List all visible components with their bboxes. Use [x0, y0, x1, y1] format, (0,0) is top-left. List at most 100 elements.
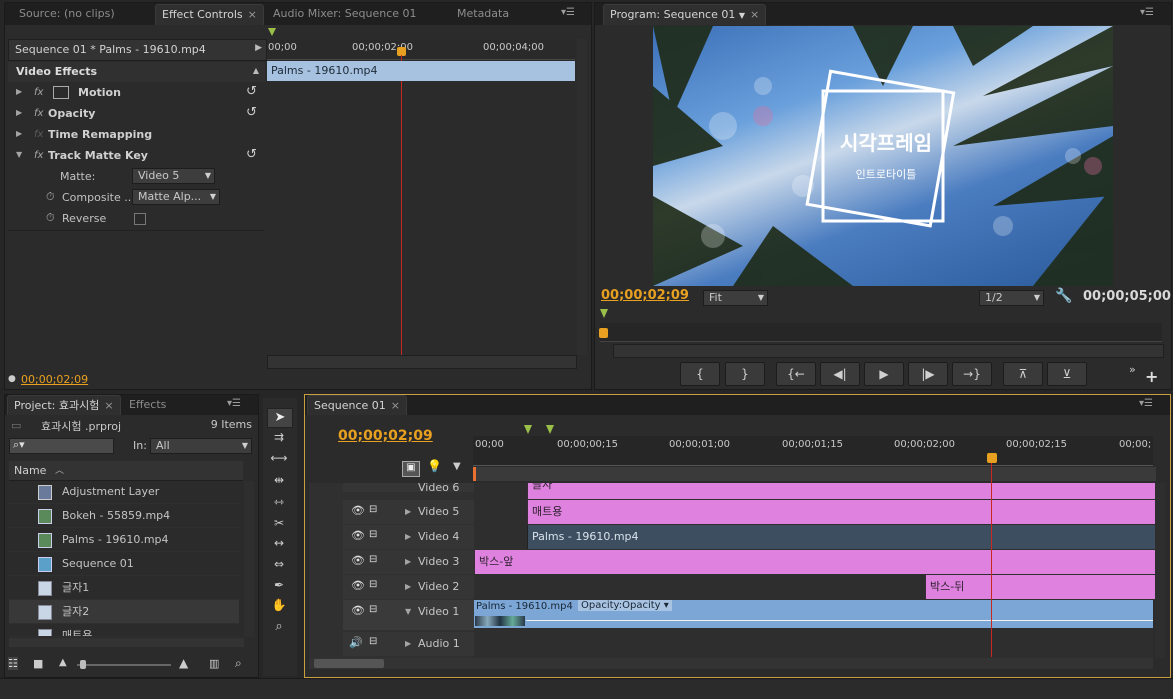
more-controls-icon[interactable]: »	[1129, 363, 1136, 376]
list-item[interactable]: Sequence 01	[9, 552, 239, 576]
eye-icon[interactable]: 👁	[351, 554, 365, 567]
in-dropdown[interactable]: All ▼	[150, 438, 252, 454]
clip-video5[interactable]: 매트용	[527, 500, 1158, 524]
tab-effect-controls[interactable]: Effect Controls ×	[155, 4, 264, 25]
expand-triangle-icon[interactable]: ▶	[405, 639, 411, 648]
effect-row-time-remapping[interactable]: ▶ fx Time Remapping	[8, 125, 265, 145]
list-item[interactable]: 매트용	[9, 624, 239, 637]
chevron-down-icon[interactable]: ▼	[739, 11, 745, 20]
program-in-marker-icon[interactable]	[600, 309, 608, 318]
hand-tool-icon[interactable]: ✋	[267, 598, 291, 614]
ec-ruler[interactable]: 00;00 00;00;02;00 00;00;04;00	[267, 39, 575, 60]
sync-lock-icon[interactable]: ⊟	[369, 636, 377, 647]
timeline-vertical-scrollbar[interactable]	[1155, 483, 1165, 658]
zoom-tool-icon[interactable]: ⌕	[267, 619, 291, 635]
step-back-button[interactable]: ◀|	[820, 362, 860, 386]
ripple-edit-tool-icon[interactable]: ⟷	[267, 451, 291, 467]
expand-triangle-icon[interactable]: ▶	[16, 108, 22, 117]
track-header-video5[interactable]: 👁 ⊟ ▶ Video 5	[343, 500, 474, 524]
collapse-triangle-icon[interactable]: ▼	[405, 607, 411, 616]
ec-vertical-scrollbar[interactable]	[577, 39, 587, 355]
marker-icon[interactable]: ▼	[453, 461, 461, 472]
sync-lock-icon[interactable]: ⊟	[369, 504, 377, 515]
reverse-checkbox[interactable]	[134, 213, 146, 225]
ec-timecode[interactable]: 00;00;02;09	[21, 373, 88, 386]
work-area-bar[interactable]	[473, 467, 1156, 481]
eye-icon[interactable]: 👁	[351, 604, 365, 617]
close-icon[interactable]: ×	[391, 399, 400, 412]
fx-badge[interactable]: fx	[34, 150, 43, 161]
expand-triangle-icon[interactable]: ▶	[405, 557, 411, 566]
panel-menu-icon[interactable]: ▾☰	[1139, 398, 1153, 409]
zoom-slider-thumb[interactable]	[80, 660, 86, 669]
clip-video6[interactable]: 글자	[527, 483, 1158, 499]
tab-source[interactable]: Source: (no clips)	[13, 4, 121, 24]
eye-icon[interactable]: 👁	[351, 579, 365, 592]
timeline-horizontal-scrollbar[interactable]	[309, 658, 1153, 669]
mark-in-button[interactable]: {	[680, 362, 720, 386]
mark-out-button[interactable]: }	[725, 362, 765, 386]
sync-lock-icon[interactable]: ⊟	[369, 579, 377, 590]
zoom-slider[interactable]	[77, 664, 171, 666]
tab-sequence-01[interactable]: Sequence 01 ×	[307, 395, 407, 415]
expand-triangle-icon[interactable]: ▶	[16, 87, 22, 96]
timeline-ruler[interactable]: 00;00 00;00;00;15 00;00;01;00 00;00;01;1…	[473, 436, 1153, 466]
step-forward-button[interactable]: |▶	[908, 362, 948, 386]
clip-video1[interactable]: Palms - 19610.mp4 Opacity:Opacity ▾	[474, 600, 1153, 628]
tab-program[interactable]: Program: Sequence 01 ▼ ×	[603, 4, 767, 25]
panel-menu-icon[interactable]: ▾☰	[1140, 7, 1154, 18]
tab-project[interactable]: Project: 효과시험 ×	[7, 395, 121, 415]
ec-filter-icon[interactable]: ●	[8, 374, 16, 384]
sync-lock-icon[interactable]: ⊟	[369, 604, 377, 615]
lift-button[interactable]: ⊼	[1003, 362, 1043, 386]
snap-icon[interactable]: ▣	[402, 461, 420, 477]
collapse-icon[interactable]: ▲	[253, 66, 259, 75]
slide-tool-icon[interactable]: ⇔	[267, 557, 291, 573]
resolution-dropdown[interactable]: 1/2 ▼	[979, 290, 1044, 306]
clip-video4[interactable]: Palms - 19610.mp4	[527, 525, 1158, 549]
fx-badge[interactable]: fx	[34, 108, 43, 119]
timeline-playhead-icon[interactable]	[987, 453, 997, 463]
rolling-edit-tool-icon[interactable]: ⇹	[267, 473, 291, 489]
list-view-icon[interactable]: ☷	[8, 657, 18, 670]
ec-in-marker-icon[interactable]	[268, 28, 276, 36]
sequence-clip-selector[interactable]: Sequence 01 * Palms - 19610.mp4 ▶	[8, 39, 267, 61]
track-header-video3[interactable]: 👁 ⊟ ▶ Video 3	[343, 550, 474, 574]
rate-stretch-tool-icon[interactable]: ⇿	[267, 495, 291, 511]
find-icon[interactable]: ⌕	[235, 656, 242, 671]
program-video-frame[interactable]: 시각프레임 인트로타이틀	[653, 26, 1113, 286]
sync-lock-icon[interactable]: ⊟	[369, 554, 377, 565]
opacity-dropdown[interactable]: Opacity:Opacity ▾	[578, 600, 672, 611]
eye-icon[interactable]: 👁	[351, 504, 365, 517]
stopwatch-icon[interactable]: ⏱	[46, 190, 55, 204]
go-to-out-button[interactable]: →}	[952, 362, 992, 386]
speaker-icon[interactable]: 🔊	[349, 636, 363, 649]
play-button[interactable]: ▶	[864, 362, 904, 386]
stopwatch-icon[interactable]: ⏱	[46, 211, 55, 225]
timeline-timecode[interactable]: 00;00;02;09	[338, 428, 433, 444]
expand-triangle-icon[interactable]: ▶	[405, 532, 411, 541]
name-column-header[interactable]: Name ︿	[9, 461, 243, 481]
opacity-rubber-band[interactable]	[526, 620, 1153, 621]
add-button-icon[interactable]: +	[1145, 367, 1158, 386]
collapse-triangle-icon[interactable]: ▼	[16, 150, 22, 159]
slip-tool-icon[interactable]: ↔	[267, 536, 291, 552]
selection-tool-icon[interactable]: ➤	[267, 408, 293, 428]
project-horizontal-scrollbar[interactable]	[9, 638, 244, 647]
clip-video3[interactable]: 박스-앞	[474, 550, 1158, 574]
tab-effects[interactable]: Effects	[123, 395, 172, 414]
expand-triangle-icon[interactable]: ▶	[16, 129, 22, 138]
fx-badge[interactable]: fx	[34, 87, 43, 98]
project-vertical-scrollbar[interactable]	[244, 481, 254, 637]
program-zoom-scrollbar[interactable]	[613, 344, 1164, 358]
zoom-out-icon[interactable]: ▲	[59, 657, 67, 668]
razor-tool-icon[interactable]: ✂	[267, 516, 291, 532]
expand-triangle-icon[interactable]: ▶	[405, 582, 411, 591]
reset-icon[interactable]: ↺	[246, 147, 257, 162]
panel-menu-icon[interactable]: ▾☰	[561, 7, 575, 18]
effect-row-motion[interactable]: ▶ fx Motion ↺	[8, 83, 265, 103]
close-icon[interactable]: ×	[248, 8, 257, 21]
effect-row-track-matte-key[interactable]: ▼ fx Track Matte Key ↺	[8, 146, 265, 166]
effect-row-opacity[interactable]: ▶ fx Opacity ↺	[8, 104, 265, 124]
list-item[interactable]: 글자2	[9, 600, 239, 624]
